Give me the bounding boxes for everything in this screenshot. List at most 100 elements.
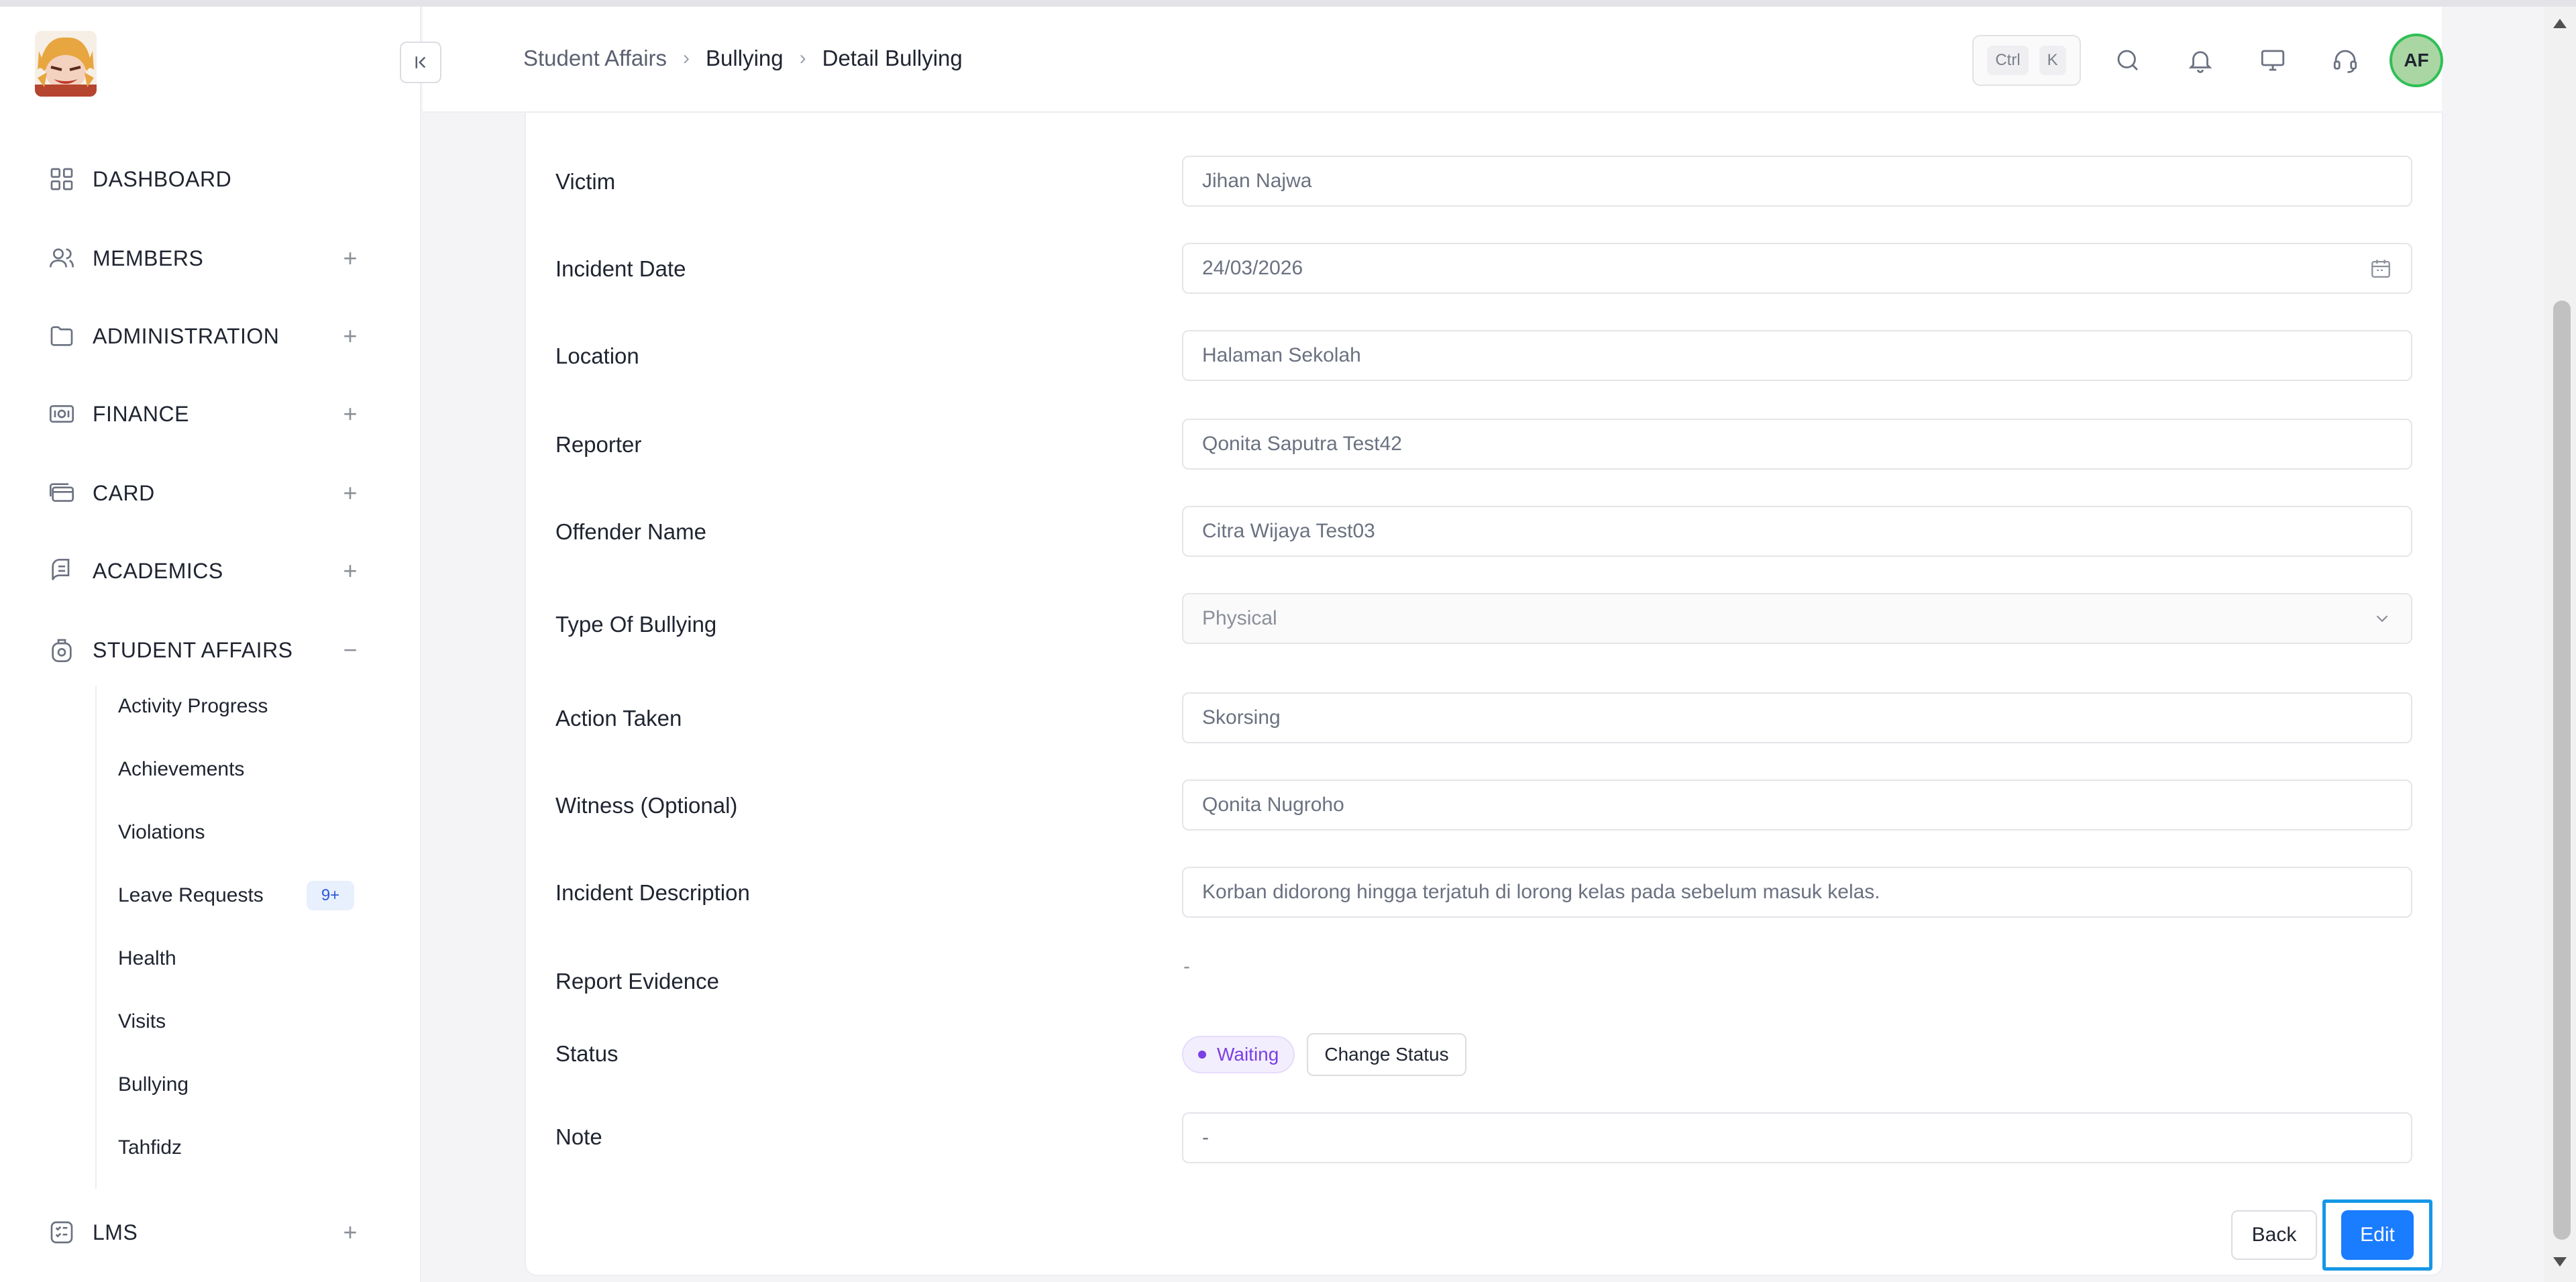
- nav-label: MEMBERS: [93, 246, 204, 270]
- nav-label: STUDENT AFFAIRS: [93, 637, 293, 662]
- nav-label: DASHBOARD: [93, 166, 232, 191]
- incident-description-field[interactable]: Korban didorong hingga terjatuh di loron…: [1182, 867, 2412, 918]
- back-button[interactable]: Back: [2231, 1210, 2317, 1260]
- headset-icon[interactable]: [2328, 43, 2363, 78]
- action-taken-field[interactable]: Skorsing: [1182, 692, 2412, 743]
- witness-field[interactable]: Qonita Nugroho: [1182, 780, 2412, 831]
- status-label: Status: [555, 1041, 619, 1066]
- victim-label: Victim: [555, 169, 616, 194]
- note-field[interactable]: -: [1182, 1112, 2412, 1163]
- window-top-border: [0, 0, 2576, 7]
- chevron-down-icon: [2372, 608, 2392, 629]
- reporter-field[interactable]: Qonita Saputra Test42: [1182, 419, 2412, 470]
- breadcrumb-student-affairs[interactable]: Student Affairs: [523, 46, 667, 71]
- submenu-label: Achievements: [118, 758, 245, 780]
- grid-icon: [47, 164, 76, 194]
- kbd-k: K: [2039, 46, 2066, 75]
- collapse-left-icon: [415, 56, 426, 68]
- incident-description-label: Incident Description: [555, 880, 750, 905]
- collapse-sidebar-button[interactable]: [400, 42, 441, 83]
- count-badge: 9+: [306, 881, 355, 910]
- app-logo[interactable]: [35, 31, 97, 97]
- submenu-item-tahfidz[interactable]: Tahfidz: [118, 1127, 360, 1169]
- victim-value: Jihan Najwa: [1202, 170, 1312, 192]
- action-taken-value: Skorsing: [1202, 706, 1281, 729]
- chevron-right-icon: ›: [799, 47, 806, 69]
- reporter-value: Qonita Saputra Test42: [1202, 433, 1402, 455]
- nav-label: ACADEMICS: [93, 558, 223, 583]
- nav-item-student-affairs[interactable]: STUDENT AFFAIRS −: [47, 627, 362, 674]
- edit-button[interactable]: Edit: [2341, 1210, 2414, 1260]
- submenu-label: Violations: [118, 821, 205, 843]
- submenu-item-visits[interactable]: Visits: [118, 1001, 360, 1043]
- witness-label: Witness (Optional): [555, 793, 738, 818]
- nav-item-members[interactable]: MEMBERS +: [47, 235, 362, 282]
- scroll-down-icon[interactable]: [2549, 1252, 2571, 1272]
- scroll-up-icon[interactable]: [2549, 13, 2571, 34]
- checklist-icon: [47, 1218, 76, 1247]
- status-dot-icon: [1198, 1051, 1206, 1059]
- book-icon: [47, 556, 76, 586]
- sidebar: DASHBOARD MEMBERS + ADMINISTRATION + FIN…: [0, 7, 421, 1282]
- submenu-item-violations[interactable]: Violations: [118, 812, 360, 853]
- expand-icon[interactable]: +: [338, 246, 362, 270]
- chevron-right-icon: ›: [683, 47, 690, 69]
- expand-icon[interactable]: +: [338, 481, 362, 505]
- offender-value: Citra Wijaya Test03: [1202, 520, 1375, 542]
- expand-icon[interactable]: +: [338, 559, 362, 583]
- nav-item-finance[interactable]: FINANCE +: [47, 390, 362, 437]
- location-field[interactable]: Halaman Sekolah: [1182, 330, 2412, 381]
- folder-icon: [47, 321, 76, 351]
- note-value: -: [1202, 1126, 1209, 1149]
- user-avatar[interactable]: AF: [2390, 34, 2443, 87]
- breadcrumb: Student Affairs › Bullying › Detail Bull…: [523, 46, 963, 71]
- submenu-item-health[interactable]: Health: [118, 938, 360, 979]
- nav-item-card[interactable]: CARD +: [47, 470, 362, 517]
- nav-item-lms[interactable]: LMS +: [47, 1209, 362, 1256]
- calendar-icon[interactable]: [2369, 257, 2392, 280]
- witness-value: Qonita Nugroho: [1202, 794, 1344, 816]
- submenu-label: Health: [118, 947, 176, 969]
- incident-date-field[interactable]: 24/03/2026: [1182, 243, 2412, 294]
- nav-label: CARD: [93, 480, 155, 505]
- submenu-item-achievements[interactable]: Achievements: [118, 749, 360, 790]
- scrollbar-thumb[interactable]: [2553, 301, 2571, 1240]
- submenu-label: Tahfidz: [118, 1136, 182, 1159]
- incident-date-label: Incident Date: [555, 256, 686, 281]
- incident-date-value: 24/03/2026: [1202, 257, 1303, 279]
- student-icon: [47, 635, 76, 665]
- nav-item-academics[interactable]: ACADEMICS +: [47, 547, 362, 594]
- note-label: Note: [555, 1124, 602, 1149]
- victim-field[interactable]: Jihan Najwa: [1182, 156, 2412, 207]
- bell-icon[interactable]: [2183, 43, 2218, 78]
- student-affairs-submenu: Activity Progress Achievements Violation…: [95, 686, 364, 1189]
- submenu-label: Activity Progress: [118, 695, 268, 717]
- command-palette-shortcut[interactable]: Ctrl K: [1972, 35, 2081, 86]
- kbd-ctrl: Ctrl: [1987, 46, 2029, 75]
- nav-label: FINANCE: [93, 401, 189, 426]
- monitor-icon[interactable]: [2255, 43, 2290, 78]
- money-icon: [47, 399, 76, 429]
- submenu-item-leave-requests[interactable]: Leave Requests 9+: [118, 875, 360, 916]
- expand-icon[interactable]: +: [338, 402, 362, 426]
- bullying-type-select[interactable]: Physical: [1182, 593, 2412, 644]
- expand-icon[interactable]: +: [338, 324, 362, 348]
- report-evidence-value: -: [1183, 955, 1190, 977]
- status-badge: Waiting: [1182, 1036, 1295, 1073]
- submenu-item-bullying[interactable]: Bullying: [118, 1064, 360, 1106]
- expand-icon[interactable]: +: [338, 1220, 362, 1244]
- nav-item-dashboard[interactable]: DASHBOARD: [47, 156, 362, 203]
- bullying-type-value: Physical: [1202, 607, 1277, 629]
- breadcrumb-bullying[interactable]: Bullying: [706, 46, 784, 71]
- nav-item-administration[interactable]: ADMINISTRATION +: [47, 313, 362, 360]
- bullying-type-label: Type Of Bullying: [555, 612, 717, 637]
- change-status-button[interactable]: Change Status: [1307, 1033, 1466, 1076]
- submenu-label: Leave Requests: [118, 884, 264, 906]
- offender-field[interactable]: Citra Wijaya Test03: [1182, 506, 2412, 557]
- reporter-label: Reporter: [555, 432, 642, 457]
- submenu-item-activity-progress[interactable]: Activity Progress: [118, 686, 360, 727]
- status-value: Waiting: [1217, 1044, 1279, 1065]
- submenu-label: Visits: [118, 1010, 166, 1032]
- collapse-icon[interactable]: −: [338, 638, 362, 662]
- search-icon[interactable]: [2110, 43, 2145, 78]
